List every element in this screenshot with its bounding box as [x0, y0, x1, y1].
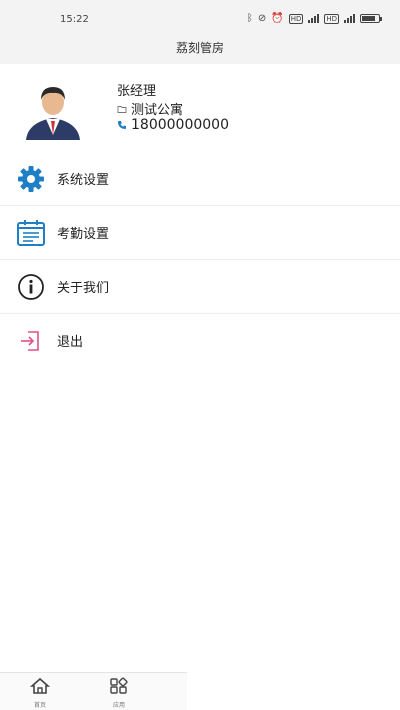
menu-item-label: 考勤设置	[57, 227, 110, 242]
gear-icon	[18, 166, 44, 192]
top-bar: 15:22 ᛒ ⊘ ⏰ HD HD 荔刻管房	[0, 0, 400, 64]
hd-icon: HD	[288, 13, 304, 24]
battery-icon	[360, 14, 382, 23]
apps-grid-icon	[110, 677, 128, 694]
signal-icon	[308, 14, 320, 23]
tab-apps-label: 应用	[112, 702, 125, 709]
attendance-calendar-icon	[17, 220, 45, 246]
hd-icon-2: HD	[324, 13, 339, 24]
status-icons: ᛒ ⊘ ⏰ HD HD	[246, 13, 382, 24]
phone-icon	[118, 121, 126, 129]
folder-icon	[117, 105, 127, 113]
status-time: 15:22	[60, 14, 89, 25]
profile-apartment: 测试公寓	[117, 99, 183, 118]
tab-home[interactable]: 首页	[20, 677, 60, 709]
logout-icon	[21, 331, 39, 351]
profile-card: 张经理 测试公寓 18000000000	[0, 64, 400, 153]
content-area	[0, 364, 400, 674]
info-icon	[18, 274, 44, 300]
menu-item-label: 系统设置	[57, 173, 110, 188]
menu-item-label: 关于我们	[57, 281, 110, 296]
signal-icon-2	[344, 14, 355, 23]
page-title: 荔刻管房	[175, 41, 224, 55]
tab-home-label: 首页	[33, 702, 46, 709]
phone-number: 18000000000	[131, 117, 229, 133]
bluetooth-icon: ᛒ	[246, 13, 253, 24]
menu-item-system-settings[interactable]: 系统设置	[0, 152, 400, 206]
home-icon	[29, 677, 51, 694]
tab-bar-blank-area	[187, 672, 400, 710]
menu-item-label: 退出	[57, 335, 84, 350]
menu-item-about-us[interactable]: 关于我们	[0, 260, 400, 314]
profile-phone: 18000000000	[117, 117, 229, 133]
profile-name: 张经理	[117, 84, 157, 99]
menu-item-logout[interactable]: 退出	[0, 314, 400, 368]
apartment-label: 测试公寓	[131, 103, 184, 118]
settings-menu: 系统设置 考勤设置 关于我们 退出	[0, 152, 400, 368]
alarm-icon: ⏰	[271, 13, 284, 24]
mute-icon: ⊘	[257, 13, 267, 24]
avatar	[26, 87, 80, 140]
menu-item-attendance-settings[interactable]: 考勤设置	[0, 206, 400, 260]
tab-apps[interactable]: 应用	[99, 677, 139, 709]
